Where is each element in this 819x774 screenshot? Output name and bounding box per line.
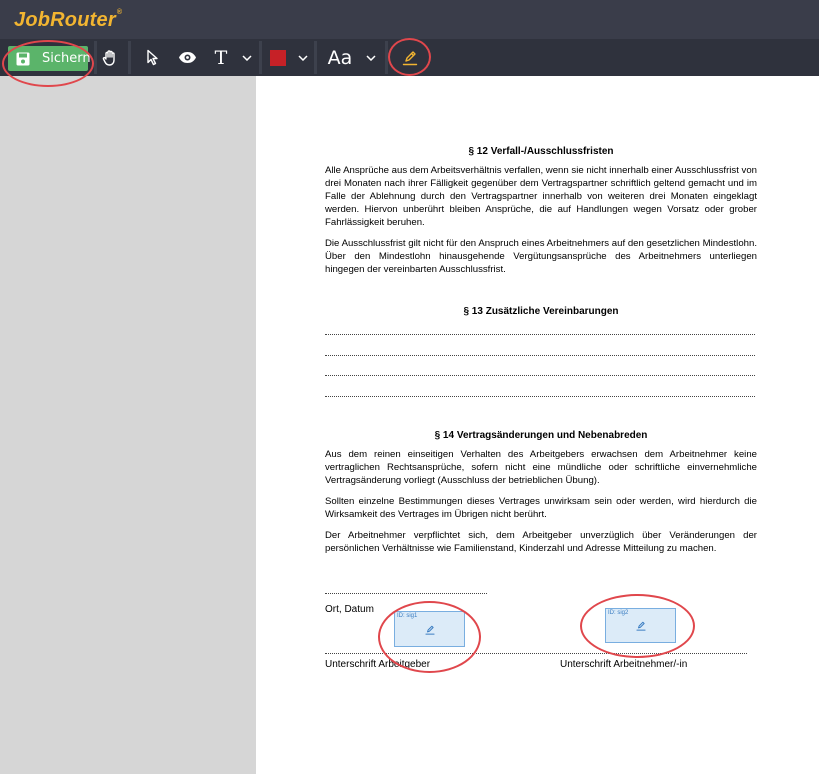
toolbar-separator: [128, 41, 131, 74]
blank-line: [325, 375, 755, 376]
signature-field-id: ID: sig2: [608, 610, 629, 616]
signature-field-sig1[interactable]: ID: sig1: [394, 611, 465, 647]
signature-line: [325, 653, 747, 654]
section-12-paragraph-2: Die Ausschlussfrist gilt nicht für den A…: [325, 238, 757, 275]
employee-signature-label: Unterschrift Arbeitnehmer/-in: [560, 659, 688, 670]
toolbar-separator: [259, 41, 262, 74]
save-icon: [16, 52, 30, 66]
color-swatch: [270, 49, 286, 66]
color-picker-dropdown[interactable]: [294, 39, 312, 76]
logo-registered-mark: ®: [116, 9, 123, 16]
text-icon: T: [214, 46, 228, 69]
pointer-icon: [146, 49, 160, 66]
font-size-dropdown[interactable]: [362, 39, 380, 76]
preview-tool[interactable]: [174, 39, 200, 76]
font-size-tool[interactable]: Aa: [324, 39, 356, 76]
signature-pen-icon: [424, 622, 435, 640]
blank-line: [325, 355, 755, 356]
toolbar-separator: [314, 41, 317, 74]
text-tool-dropdown[interactable]: [238, 39, 256, 76]
section-14-paragraph-2: Sollten einzelne Bestimmungen dieses Ver…: [325, 496, 757, 520]
text-tool[interactable]: T: [206, 39, 236, 76]
pan-tool[interactable]: [97, 39, 123, 76]
signature-pen-icon: [635, 618, 646, 636]
chevron-down-icon: [366, 54, 376, 61]
select-tool[interactable]: [140, 39, 166, 76]
toolbar-separator: [385, 41, 388, 74]
hand-icon: [101, 49, 119, 67]
section-14-paragraph-3: Der Arbeitnehmer verpflichtet sich, dem …: [325, 530, 757, 554]
employer-signature-label: Unterschrift Arbeitgeber: [325, 659, 431, 670]
signature-field-id: ID: sig1: [397, 613, 418, 619]
place-date-line: [325, 593, 487, 594]
color-picker[interactable]: [266, 39, 290, 76]
blank-line: [325, 334, 755, 335]
app-logo: JobRouter®: [14, 9, 122, 32]
save-button[interactable]: Sichern: [8, 46, 91, 71]
section-14-paragraph-1: Aus dem reinen einseitigen Verhalten des…: [325, 449, 757, 486]
chevron-down-icon: [298, 54, 308, 61]
top-bar: JobRouter®: [0, 0, 819, 39]
signature-field-sig2[interactable]: ID: sig2: [605, 608, 676, 643]
blank-line: [325, 396, 755, 397]
thumbnail-pane: [0, 76, 256, 774]
signature-field-tool[interactable]: [396, 39, 424, 76]
place-date-label: Ort, Datum: [325, 604, 374, 615]
eye-icon: [178, 51, 197, 64]
section-13-heading: § 13 Zusätzliche Vereinbarungen: [463, 306, 619, 317]
section-14-heading: § 14 Vertragsänderungen und Nebenabreden: [434, 430, 648, 441]
signature-pen-icon: [402, 50, 418, 66]
chevron-down-icon: [242, 54, 252, 61]
font-size-icon: Aa: [327, 46, 353, 69]
save-button-label: Sichern: [42, 51, 91, 66]
section-12-paragraph-1: Alle Ansprüche aus dem Arbeitsverhältnis…: [325, 165, 757, 228]
section-12-heading: § 12 Verfall-/Ausschlussfristen: [468, 146, 614, 157]
logo-text: JobRouter: [14, 9, 116, 31]
